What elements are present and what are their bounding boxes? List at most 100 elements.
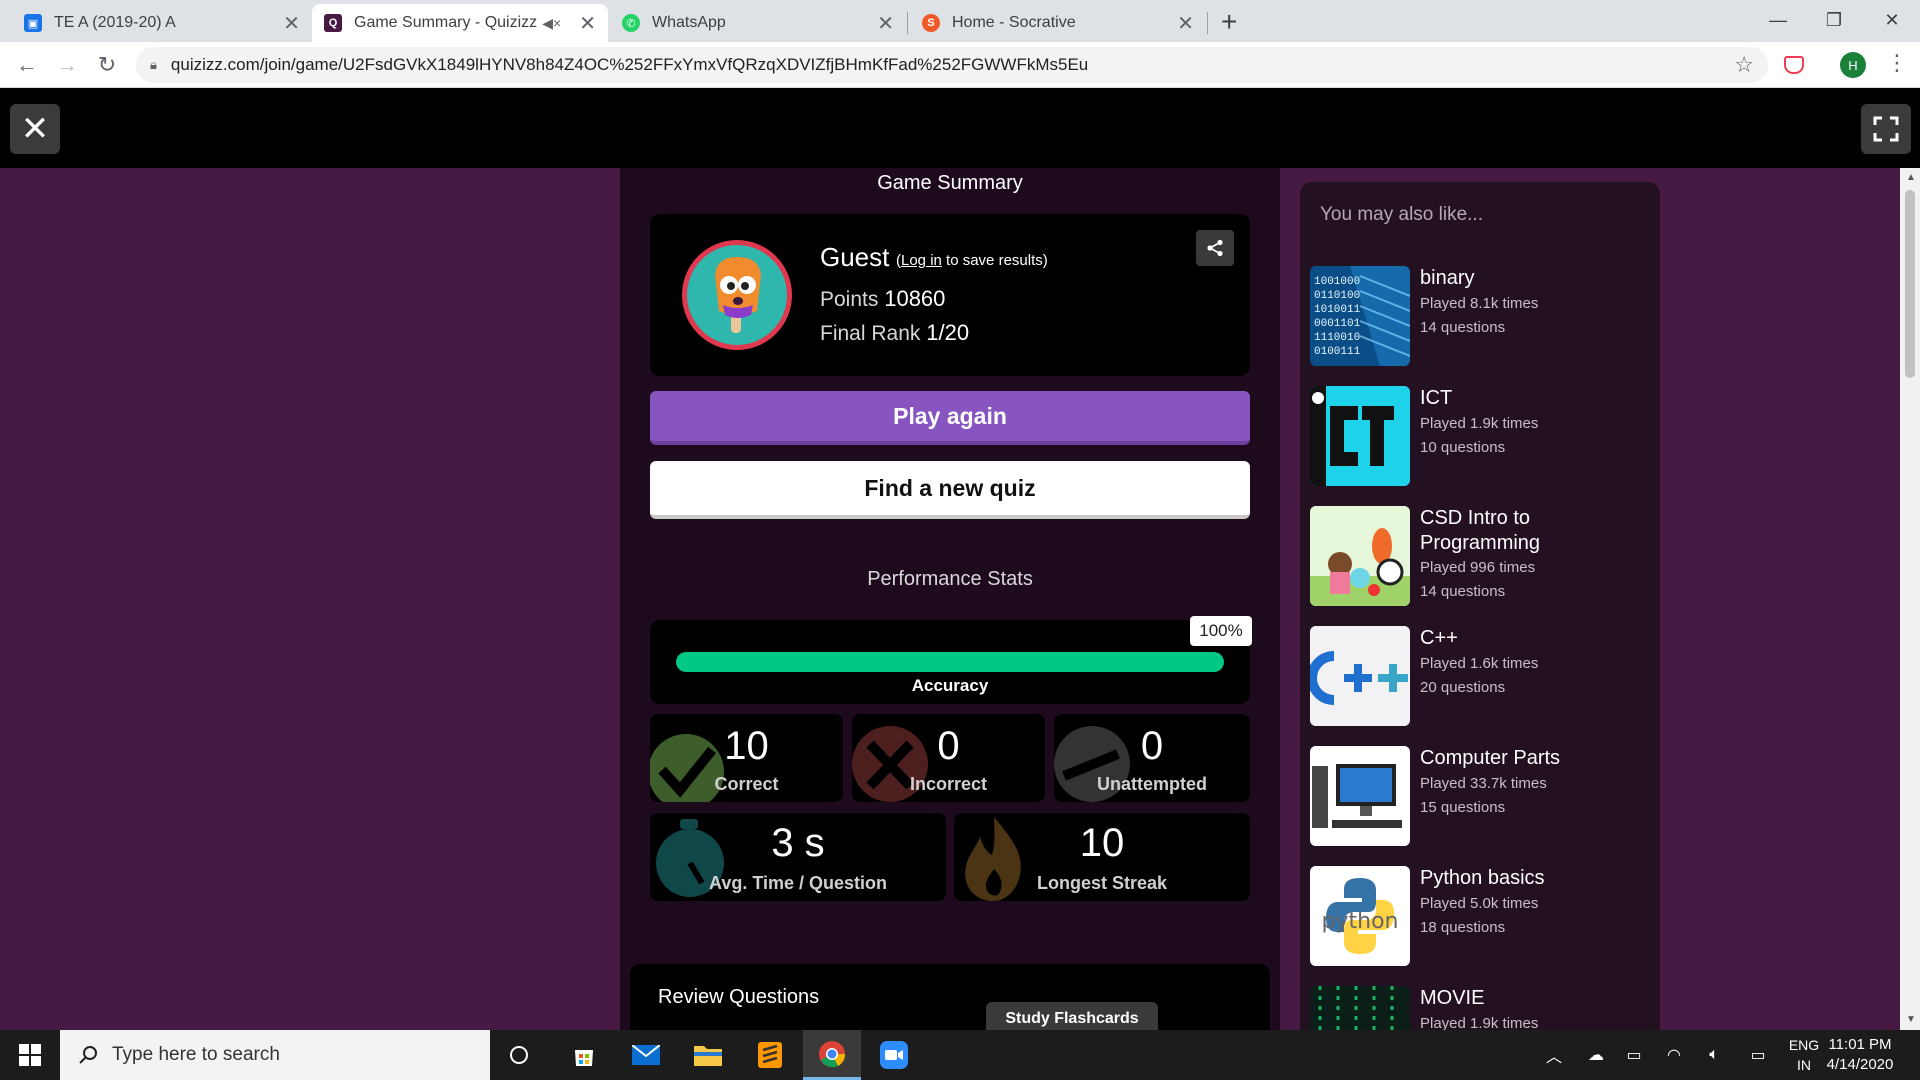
- volume-icon[interactable]: 🔈︎: [1700, 1030, 1728, 1080]
- quiz-questions: 15 questions: [1420, 799, 1506, 816]
- unattempted-label: Unattempted: [1096, 774, 1207, 794]
- tab-whatsapp[interactable]: ✆ WhatsApp ✕: [610, 4, 906, 42]
- socrative-icon: S: [922, 14, 940, 32]
- tab-title: WhatsApp: [652, 14, 726, 31]
- taskbar-search-input[interactable]: Type here to search: [60, 1030, 490, 1080]
- quiz-thumbnail: [1310, 626, 1410, 726]
- quiz-card-cpp[interactable]: C++ Played 1.6k times 20 questions: [1310, 626, 1650, 726]
- tab-classroom[interactable]: ▣ TE A (2019-20) A ✕: [12, 4, 312, 42]
- quiz-thumbnail: 1001000 0110100 1010011 0001101 1110010 …: [1310, 266, 1410, 366]
- windows-taskbar: Type here to search ︿ ☁ ▭ ◠ 🔈︎ ▭ ENG IN …: [0, 1030, 1920, 1080]
- quiz-card-binary[interactable]: 1001000 0110100 1010011 0001101 1110010 …: [1310, 266, 1650, 366]
- taskbar-mail[interactable]: [617, 1030, 675, 1080]
- taskbar-store[interactable]: [555, 1030, 613, 1080]
- login-hint-suffix: to save results): [941, 252, 1048, 269]
- study-flashcards-button[interactable]: Study Flashcards: [986, 1002, 1158, 1030]
- quiz-name: CSD Intro to Programming: [1420, 507, 1541, 554]
- task-view-button[interactable]: [490, 1030, 548, 1080]
- browser-menu-icon[interactable]: ⋮: [1886, 50, 1908, 76]
- quiz-played: Played 8.1k times: [1420, 295, 1539, 312]
- streak-label: Longest Streak: [1036, 873, 1168, 893]
- taskbar-zoom[interactable]: [865, 1030, 923, 1080]
- play-again-button[interactable]: Play again: [650, 391, 1250, 445]
- scroll-down-icon[interactable]: ▼: [1906, 1014, 1916, 1025]
- review-questions-title: Review Questions: [658, 986, 820, 1008]
- pocket-extension-icon[interactable]: [1784, 56, 1804, 74]
- address-bar[interactable]: 🔒︎ quizizz.com/join/game/U2FsdGVkX1849lH…: [136, 47, 1768, 83]
- svg-text:1001000: 1001000: [1314, 276, 1360, 288]
- start-button[interactable]: [0, 1030, 60, 1080]
- quiz-questions: 20 questions: [1420, 679, 1506, 696]
- avg-time-value: 3 s: [771, 821, 825, 865]
- lock-icon: 🔒︎: [150, 57, 157, 72]
- points-value: 10860: [884, 286, 946, 311]
- page-scrollbar[interactable]: ▲ ▼: [1900, 168, 1920, 1030]
- forward-icon[interactable]: →: [52, 50, 82, 80]
- quiz-name: C++: [1420, 627, 1458, 649]
- quiz-card-python-basics[interactable]: python Python basics Played 5.0k times 1…: [1310, 866, 1650, 966]
- quiz-thumbnail: [1310, 386, 1410, 486]
- bookmark-star-icon[interactable]: ☆: [1734, 52, 1754, 78]
- search-placeholder: Type here to search: [112, 1044, 280, 1065]
- quiz-questions: 14 questions: [1420, 583, 1506, 600]
- windows-logo-icon: [19, 1044, 41, 1066]
- tray-expand-icon[interactable]: ︿: [1542, 1030, 1566, 1080]
- reload-icon[interactable]: ↻: [92, 50, 122, 80]
- close-icon[interactable]: ✕: [579, 11, 596, 36]
- search-icon: [79, 1046, 97, 1064]
- new-tab-button[interactable]: +: [1221, 6, 1237, 38]
- notification-area-icon[interactable]: ▭: [1744, 1030, 1772, 1080]
- quiz-thumbnail: python: [1310, 866, 1410, 966]
- cortana-circle-icon: [510, 1046, 528, 1064]
- system-clock[interactable]: 11:01 PM 4/14/2020: [1818, 1035, 1902, 1075]
- restore-icon[interactable]: ❐: [1806, 2, 1862, 38]
- window-close-icon[interactable]: ✕: [1864, 2, 1920, 38]
- correct-label: Correct: [714, 774, 779, 794]
- quiz-card-ict[interactable]: ICT Played 1.9k times 10 questions: [1310, 386, 1650, 486]
- unattempted-count: 0: [1140, 724, 1164, 768]
- browser-tab-strip: ▣ TE A (2019-20) A ✕ Q Game Summary - Qu…: [0, 0, 1920, 42]
- recommendations-title: You may also like...: [1320, 204, 1483, 225]
- find-new-quiz-button[interactable]: Find a new quiz: [650, 461, 1250, 519]
- rank-row: Final Rank 1/20: [820, 320, 969, 346]
- close-icon[interactable]: ✕: [877, 11, 894, 36]
- tab-title: TE A (2019-20) A: [54, 14, 176, 31]
- correct-tile: 10 Correct: [650, 714, 843, 802]
- accuracy-label: Accuracy: [911, 676, 989, 695]
- quiz-questions: 18 questions: [1420, 919, 1506, 936]
- tab-title: Home - Socrative: [952, 14, 1076, 31]
- tab-socrative[interactable]: S Home - Socrative ✕: [910, 4, 1206, 42]
- fullscreen-button[interactable]: [1861, 104, 1911, 154]
- tab-quizizz[interactable]: Q Game Summary - Quizizz ◀× ✕: [312, 4, 608, 42]
- quiz-card-computer-parts[interactable]: Computer Parts Played 33.7k times 15 que…: [1310, 746, 1650, 846]
- exit-game-button[interactable]: ✕: [10, 104, 60, 154]
- quiz-questions: 14 questions: [1420, 319, 1506, 336]
- streak-tile: 10 Longest Streak: [954, 813, 1250, 901]
- accuracy-card: 100% Accuracy: [650, 616, 1252, 704]
- close-icon[interactable]: ✕: [1177, 11, 1194, 36]
- taskbar-chrome[interactable]: [803, 1030, 861, 1080]
- onedrive-icon[interactable]: ☁: [1582, 1030, 1610, 1080]
- login-link[interactable]: Log in: [901, 252, 942, 269]
- scroll-up-icon[interactable]: ▲: [1906, 172, 1916, 183]
- points-label: Points: [820, 288, 879, 311]
- store-icon: [575, 1050, 593, 1066]
- svg-text:0100111: 0100111: [1314, 346, 1361, 358]
- share-icon: [1207, 239, 1223, 257]
- profile-avatar[interactable]: H: [1840, 52, 1866, 78]
- taskbar-file-explorer[interactable]: [679, 1030, 737, 1080]
- browser-toolbar: ← → ↻ 🔒︎ quizizz.com/join/game/U2FsdGVkX…: [0, 42, 1920, 88]
- taskbar-sublime[interactable]: [741, 1030, 799, 1080]
- points-row: Points 10860: [820, 286, 945, 312]
- share-button[interactable]: [1196, 230, 1234, 266]
- back-icon[interactable]: ←: [12, 50, 42, 80]
- url-text[interactable]: quizizz.com/join/game/U2FsdGVkX1849lHYNV…: [171, 55, 1734, 75]
- close-icon[interactable]: ✕: [283, 11, 300, 36]
- minimize-icon[interactable]: —: [1750, 2, 1806, 38]
- battery-icon[interactable]: ▭: [1620, 1030, 1648, 1080]
- wifi-icon[interactable]: ◠: [1660, 1030, 1688, 1080]
- quiz-card-csd-intro[interactable]: CSD Intro to Programming Played 996 time…: [1310, 506, 1650, 616]
- scrollbar-thumb[interactable]: [1905, 190, 1915, 378]
- speaker-muted-icon[interactable]: ◀×: [542, 15, 561, 32]
- quiz-played: Played 33.7k times: [1420, 775, 1547, 792]
